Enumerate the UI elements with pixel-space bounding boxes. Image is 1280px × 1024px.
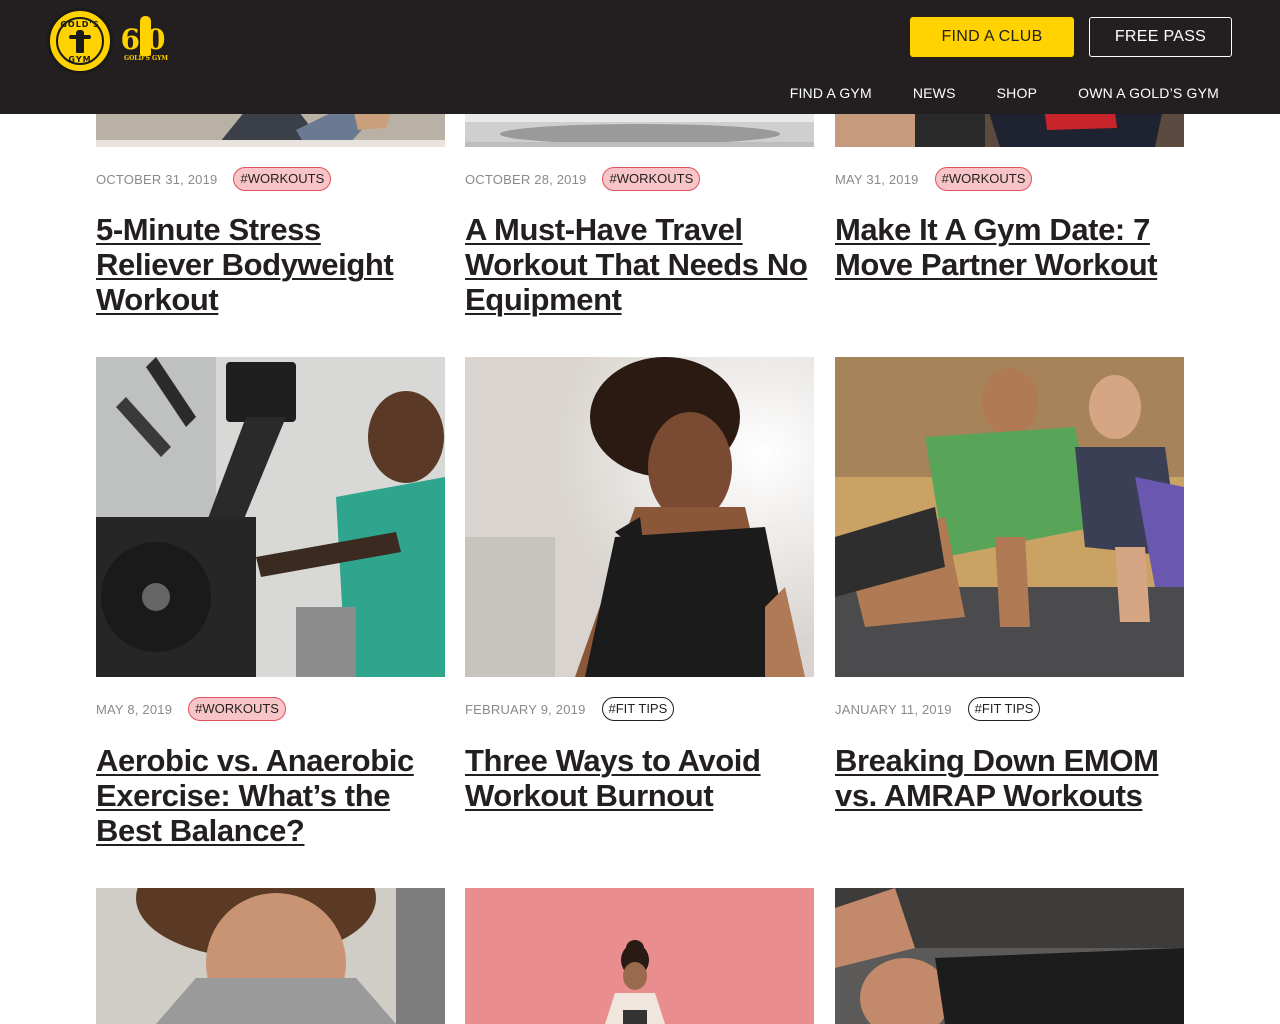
article-date: OCTOBER 31, 2019 xyxy=(96,171,218,187)
main-nav: FIND A GYM NEWS SHOP OWN A GOLD’S GYM xyxy=(790,85,1219,101)
nav-own-a-golds-gym[interactable]: OWN A GOLD’S GYM xyxy=(1078,85,1219,101)
article-title[interactable]: 5-Minute Stress Reliever Bodyweight Work… xyxy=(96,212,445,317)
article-date: MAY 31, 2019 xyxy=(835,171,919,187)
article-tag[interactable]: #WORKOUTS xyxy=(233,167,332,191)
free-pass-button[interactable]: FREE PASS xyxy=(1089,17,1232,57)
nav-find-a-gym[interactable]: FIND A GYM xyxy=(790,85,872,101)
article-meta: JANUARY 11, 2019 #FIT TIPS xyxy=(835,697,1041,721)
anniversary-logo[interactable]: 60 GOLD'S GYM xyxy=(120,14,172,70)
article-tag[interactable]: #FIT TIPS xyxy=(601,697,675,721)
article-meta: FEBRUARY 9, 2019 #FIT TIPS xyxy=(465,697,675,721)
article-tag[interactable]: #WORKOUTS xyxy=(602,167,701,191)
anniversary-subtitle: GOLD'S GYM xyxy=(123,55,169,62)
article-image[interactable] xyxy=(835,888,1184,1024)
article-title[interactable]: Breaking Down EMOM vs. AMRAP Workouts xyxy=(835,743,1184,813)
article-title[interactable]: Aerobic vs. Anaerobic Exercise: What’s t… xyxy=(96,743,445,848)
logo-seal-top-text: GOLD'S xyxy=(60,20,100,29)
article-tag[interactable]: #FIT TIPS xyxy=(967,697,1041,721)
article-meta: OCTOBER 28, 2019 #WORKOUTS xyxy=(465,167,701,191)
article-image[interactable] xyxy=(835,357,1184,677)
article-title[interactable]: Make It A Gym Date: 7 Move Partner Worko… xyxy=(835,212,1184,282)
article-title[interactable]: A Must-Have Travel Workout That Needs No… xyxy=(465,212,814,317)
article-image[interactable] xyxy=(96,888,445,1024)
article-date: FEBRUARY 9, 2019 xyxy=(465,701,586,717)
article-title[interactable]: Three Ways to Avoid Workout Burnout xyxy=(465,743,814,813)
bodybuilder-figure-icon xyxy=(140,16,151,56)
article-tag[interactable]: #WORKOUTS xyxy=(188,697,286,721)
article-date: MAY 8, 2019 xyxy=(96,701,173,717)
article-meta: OCTOBER 31, 2019 #WORKOUTS xyxy=(96,167,332,191)
article-image[interactable] xyxy=(96,357,445,677)
find-a-club-button[interactable]: FIND A CLUB xyxy=(910,17,1074,57)
nav-news[interactable]: NEWS xyxy=(913,85,956,101)
site-header: GOLD'S GYM 60 GOLD'S GYM FIND A CLUB FRE… xyxy=(0,0,1280,114)
article-image[interactable] xyxy=(465,888,814,1024)
article-meta: MAY 8, 2019 #WORKOUTS xyxy=(96,697,286,721)
article-date: JANUARY 11, 2019 xyxy=(835,701,952,717)
article-meta: MAY 31, 2019 #WORKOUTS xyxy=(835,167,1033,191)
nav-shop[interactable]: SHOP xyxy=(997,85,1037,101)
golds-gym-logo[interactable]: GOLD'S GYM xyxy=(47,8,113,74)
article-date: OCTOBER 28, 2019 xyxy=(465,171,587,187)
bodybuilder-icon xyxy=(69,30,91,53)
article-tag[interactable]: #WORKOUTS xyxy=(934,167,1033,191)
logo-seal-bottom-text: GYM xyxy=(68,55,92,64)
article-image[interactable] xyxy=(465,357,814,677)
